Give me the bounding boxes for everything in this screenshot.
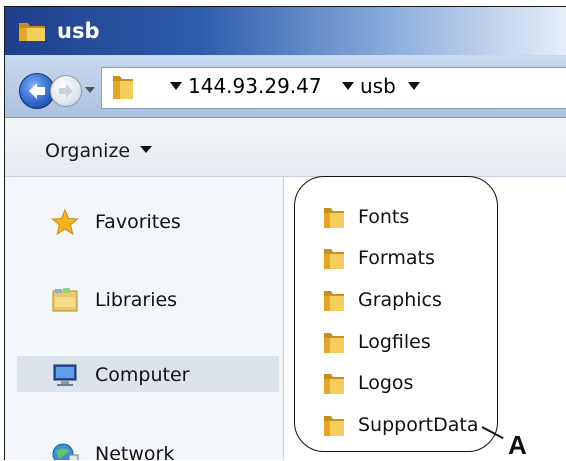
star-icon bbox=[51, 208, 79, 236]
command-bar: Organize bbox=[5, 118, 566, 177]
nav-item-computer[interactable]: Computer bbox=[17, 356, 279, 392]
organize-button[interactable]: Organize bbox=[45, 140, 158, 162]
navigation-pane: Favorites Libraries Computer Network bbox=[5, 177, 284, 460]
folder-icon bbox=[322, 331, 346, 359]
address-bar-area: 144.93.29.47 usb bbox=[5, 55, 566, 118]
folder-item-logfiles[interactable]: Logfiles bbox=[322, 325, 502, 359]
chevron-down-icon[interactable] bbox=[342, 81, 354, 90]
address-field[interactable]: 144.93.29.47 usb bbox=[101, 67, 566, 109]
folder-item-logos[interactable]: Logos bbox=[322, 366, 502, 400]
computer-icon bbox=[51, 362, 79, 388]
chevron-down-icon[interactable] bbox=[408, 81, 421, 90]
folder-item-graphics[interactable]: Graphics bbox=[322, 283, 502, 317]
folder-icon bbox=[322, 414, 346, 442]
forward-button[interactable] bbox=[50, 75, 82, 107]
title-bar[interactable]: usb bbox=[5, 7, 566, 55]
folder-icon bbox=[322, 206, 346, 234]
window-title: usb bbox=[57, 19, 100, 43]
breadcrumb-usb[interactable]: usb bbox=[342, 74, 426, 98]
chevron-down-icon[interactable] bbox=[170, 81, 182, 90]
recent-pages-dropdown[interactable] bbox=[85, 87, 95, 93]
breadcrumb-server[interactable]: 144.93.29.47 bbox=[170, 74, 322, 98]
folder-icon bbox=[322, 247, 346, 275]
nav-item-favorites[interactable]: Favorites bbox=[17, 203, 279, 239]
folder-icon bbox=[110, 73, 136, 105]
folder-item-fonts[interactable]: Fonts bbox=[322, 200, 502, 234]
nav-item-libraries[interactable]: Libraries bbox=[17, 281, 279, 317]
folder-icon bbox=[322, 289, 346, 317]
folder-item-formats[interactable]: Formats bbox=[322, 241, 502, 275]
libraries-icon bbox=[51, 287, 79, 313]
network-icon bbox=[51, 441, 79, 460]
chevron-down-icon bbox=[140, 146, 153, 153]
folder-icon bbox=[322, 372, 346, 400]
callout-label: A bbox=[508, 430, 527, 460]
folder-item-supportdata[interactable]: SupportData bbox=[322, 408, 502, 442]
folder-icon bbox=[17, 19, 47, 47]
forward-arrow-icon bbox=[59, 84, 73, 98]
nav-item-network[interactable]: Network bbox=[17, 435, 279, 460]
back-arrow-icon bbox=[29, 83, 45, 99]
